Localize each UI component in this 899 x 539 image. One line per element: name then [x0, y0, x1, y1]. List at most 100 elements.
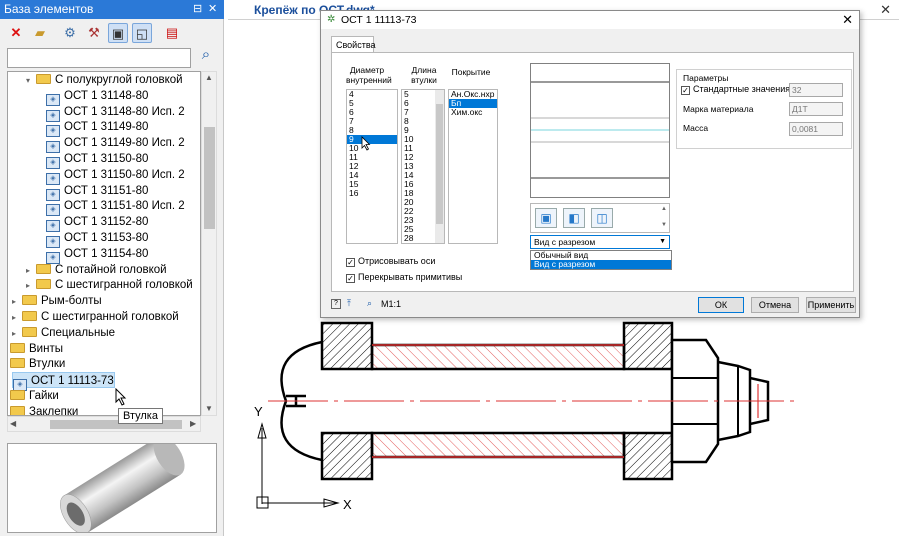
list-item[interactable]: Хим.окс [449, 108, 497, 117]
insert-point-icon[interactable]: ⤒ [347, 298, 351, 309]
tree-item[interactable]: ◈ ОСТ 1 31150-80 Исп. 2 [46, 167, 185, 185]
scroll-down-icon[interactable]: ▼ [661, 222, 667, 228]
chevron-right-icon[interactable]: ▸ [12, 326, 22, 342]
bolt-icon[interactable]: ⚙ [60, 23, 80, 43]
solid-view-icon[interactable]: ▣ [535, 208, 557, 228]
length-field[interactable]: 32 [789, 83, 843, 97]
apply-button[interactable]: Применить [806, 297, 856, 313]
search-input[interactable] [7, 48, 191, 68]
cad-drawing-area[interactable]: Y X [228, 318, 899, 536]
tree-item[interactable]: ◈ ОСТ 1 31154-80 [46, 246, 149, 264]
checkmark-icon: ✓ [346, 274, 355, 283]
tree-item[interactable]: ◈ ОСТ 1 31153-80 [46, 230, 148, 248]
mass-field[interactable]: 0,0081 [789, 122, 843, 136]
tree-item-label: ОСТ 1 31150-80 [64, 153, 149, 165]
tree-item-label: Гайки [29, 390, 59, 402]
ok-button[interactable]: ОК [698, 297, 744, 313]
zoom-icon[interactable]: ⌕ [367, 298, 372, 309]
diameter-header: Диаметр внутренний [346, 65, 392, 85]
tree-folder[interactable]: Гайки [10, 388, 59, 404]
scroll-up-icon[interactable]: ▲ [661, 206, 667, 212]
tree-vertical-scrollbar[interactable]: ▲ ▼ [201, 71, 217, 416]
chevron-down-icon[interactable]: ▾ [26, 73, 36, 89]
bushing-section-drawing[interactable]: Y X [228, 318, 899, 536]
length-list[interactable]: 567891011121314161820222325283032 [401, 89, 445, 244]
dialog-title-bar: ✲ ОСТ 1 11113-73 ✕ [321, 11, 859, 29]
scale-label: М1:1 [381, 299, 402, 309]
list-item[interactable]: 4 [347, 90, 397, 99]
list-item[interactable]: 8 [347, 126, 397, 135]
coating-header: Покрытие [451, 67, 491, 77]
close-document-icon[interactable]: ✕ [880, 2, 891, 18]
wire-view-icon[interactable]: ◫ [591, 208, 613, 228]
tree-folder[interactable]: Втулки [10, 356, 65, 372]
list-item[interactable]: 6 [347, 108, 397, 117]
material-field[interactable]: Д1Т [789, 102, 843, 116]
screw-icon[interactable]: ⚒ [84, 23, 104, 43]
tree-folder[interactable]: ▸ С шестигранной головкой [26, 277, 193, 293]
tree-item-label: С потайной головкой [55, 263, 167, 276]
dialog-title: ОСТ 1 11113-73 [341, 14, 417, 26]
tree-folder[interactable]: ▸ С потайной головкой [26, 262, 167, 278]
half-section-view-icon[interactable]: ◧ [563, 208, 585, 228]
diameter-list[interactable]: 4 5 6 7 8 9 10 11 12 14 15 16 [346, 89, 398, 244]
scroll-down-icon[interactable]: ▼ [205, 404, 213, 413]
std-values-checkbox[interactable]: ✓ Стандартные значения L [681, 84, 798, 95]
chevron-right-icon[interactable]: ▸ [12, 310, 22, 326]
tree-item[interactable]: ◈ ОСТ 1 31149-80 Исп. 2 [46, 135, 185, 154]
pin-icon[interactable]: ⊟ [193, 2, 202, 15]
tree-folder[interactable]: ▸ Рым-болты [12, 293, 102, 309]
tree-item[interactable]: ◈ ОСТ 1 31150-80 [46, 151, 149, 169]
close-panel-icon[interactable]: ✕ [208, 2, 217, 15]
view-mode-2-icon[interactable]: ◱ [132, 23, 152, 43]
tree-item[interactable]: ◈ ОСТ 1 31148-80 [46, 88, 148, 106]
overlap-checkbox[interactable]: ✓ Перекрывать примитивы [346, 272, 462, 283]
list-item[interactable]: 30 [404, 243, 413, 244]
cancel-button[interactable]: Отмена [751, 297, 799, 313]
draw-axes-checkbox[interactable]: ✓ Отрисовывать оси [346, 256, 435, 267]
tree-folder[interactable]: ▸ Специальные [12, 325, 115, 341]
length-header: Длина втулки [411, 65, 437, 85]
scroll-left-icon[interactable]: ◀ [10, 419, 16, 428]
new-folder-icon[interactable]: ▰ [30, 23, 50, 43]
list-scrollbar[interactable] [435, 90, 444, 243]
tree-item-label: Винты [29, 342, 63, 355]
folder-icon [22, 326, 37, 337]
dropdown-option[interactable]: Вид с разрезом [531, 260, 671, 269]
tree-folder[interactable]: ▸ С шестигранной головкой [12, 309, 179, 325]
tree-item[interactable]: ◈ ОСТ 1 11113-73 [12, 372, 115, 392]
tree-item[interactable]: ◈ ОСТ 1 31149-80 [46, 119, 148, 138]
tree-item[interactable]: ◈ ОСТ 1 31148-80 Исп. 2 [46, 104, 185, 122]
list-item[interactable]: 5 [347, 99, 397, 108]
close-dialog-icon[interactable]: ✕ [842, 12, 853, 28]
overlap-label: Перекрывать примитивы [358, 272, 463, 282]
coating-list[interactable]: Ан.Окс.нхр Бп Хим.окс [448, 89, 498, 244]
view-mode-select[interactable]: Вид с разрезом ▼ [530, 235, 670, 249]
chevron-right-icon[interactable]: ▸ [12, 294, 22, 310]
scrollbar-thumb[interactable] [204, 127, 215, 229]
tree-folder[interactable]: Винты [10, 341, 63, 357]
tree-folder[interactable]: Заклепки [10, 404, 78, 415]
document-icon[interactable]: ▤ [162, 23, 182, 43]
tree-item-label: ОСТ 1 31154-80 [64, 247, 149, 260]
delete-icon[interactable]: ✕ [6, 23, 26, 43]
scroll-right-icon[interactable]: ▶ [190, 419, 196, 428]
help-icon[interactable]: ? [331, 299, 341, 309]
tab-properties[interactable]: Свойства [331, 36, 376, 53]
chevron-right-icon[interactable]: ▸ [26, 263, 36, 279]
tree-folder[interactable]: ▾ С полукруглой головкой [26, 72, 183, 88]
section-preview-svg [531, 81, 669, 179]
scroll-up-icon[interactable]: ▲ [205, 73, 213, 82]
tree-item-label: Специальные [41, 326, 116, 339]
tree-item[interactable]: ◈ ОСТ 1 31151-80 [46, 183, 148, 201]
tree-item-label: С полукруглой головкой [55, 74, 183, 86]
list-item[interactable]: 7 [347, 117, 397, 126]
list-item[interactable]: 16 [347, 189, 397, 198]
tree-item[interactable]: ◈ ОСТ 1 31151-80 Исп. 2 [46, 198, 185, 217]
search-icon[interactable]: ⌕ [196, 46, 216, 68]
view-mode-1-icon[interactable]: ▣ [108, 23, 128, 43]
chevron-right-icon[interactable]: ▸ [26, 278, 36, 294]
tree-item[interactable]: ◈ ОСТ 1 31152-80 [46, 214, 148, 233]
view-type-buttons: ▣ ◧ ◫ ▲ ▼ [530, 203, 670, 233]
tree-horizontal-scrollbar[interactable]: ◀ ▶ [7, 416, 201, 432]
